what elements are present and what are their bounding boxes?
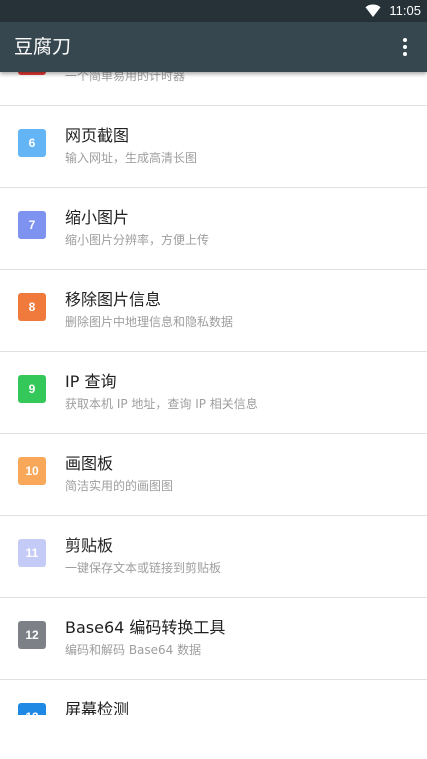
item-description: 获取本机 IP 地址，查询 IP 相关信息 (65, 397, 258, 411)
app-title: 豆腐刀 (14, 36, 72, 58)
list-item[interactable]: 9 IP 查询 获取本机 IP 地址，查询 IP 相关信息 (0, 352, 427, 434)
tool-list: 一个简单易用的计时器 6 网页截图 输入网址，生成高清长图 7 缩小图片 缩小图… (0, 72, 427, 715)
item-title: 缩小图片 (65, 208, 130, 227)
item-description: 输入网址，生成高清长图 (65, 151, 198, 165)
status-time: 11:05 (389, 3, 421, 18)
app-bar: 豆腐刀 (0, 22, 427, 72)
list-item[interactable]: 8 移除图片信息 删除图片中地理信息和隐私数据 (0, 270, 427, 352)
item-number-badge: 9 (18, 375, 46, 403)
item-description: 缩小图片分辨率，方便上传 (65, 233, 210, 247)
more-vert-icon[interactable] (389, 31, 421, 63)
item-title: 网页截图 (65, 126, 130, 145)
list-item[interactable]: 13 屏幕检测 (0, 680, 427, 715)
item-number-badge: 10 (18, 457, 46, 485)
item-title: 屏幕检测 (65, 700, 130, 715)
list-item[interactable]: 6 网页截图 输入网址，生成高清长图 (0, 106, 427, 188)
list-item[interactable]: 10 画图板 简洁实用的的画图图 (0, 434, 427, 516)
item-title: 移除图片信息 (65, 290, 162, 309)
item-description: 删除图片中地理信息和隐私数据 (65, 315, 234, 329)
item-number-badge: 13 (18, 703, 46, 715)
item-number-badge: 8 (18, 293, 46, 321)
bottom-blank-area (0, 715, 427, 759)
item-title: Base64 编码转换工具 (65, 618, 226, 637)
item-description: 编码和解码 Base64 数据 (65, 643, 202, 657)
list-item[interactable]: 7 缩小图片 缩小图片分辨率，方便上传 (0, 188, 427, 270)
list-item[interactable]: 一个简单易用的计时器 (0, 72, 427, 106)
item-description: 简洁实用的的画图图 (65, 479, 174, 493)
item-description: 一个简单易用的计时器 (65, 72, 186, 83)
status-bar: 11:05 (0, 0, 427, 22)
item-number-badge (18, 72, 46, 75)
item-number-badge: 7 (18, 211, 46, 239)
item-number-badge: 11 (18, 539, 46, 567)
item-description: 一键保存文本或链接到剪贴板 (65, 561, 222, 575)
list-item[interactable]: 11 剪贴板 一键保存文本或链接到剪贴板 (0, 516, 427, 598)
item-title: IP 查询 (65, 372, 117, 391)
item-number-badge: 6 (18, 129, 46, 157)
item-title: 画图板 (65, 454, 114, 473)
list-item[interactable]: 12 Base64 编码转换工具 编码和解码 Base64 数据 (0, 598, 427, 680)
item-number-badge: 12 (18, 621, 46, 649)
wifi-icon (365, 4, 381, 17)
item-title: 剪贴板 (65, 536, 114, 555)
